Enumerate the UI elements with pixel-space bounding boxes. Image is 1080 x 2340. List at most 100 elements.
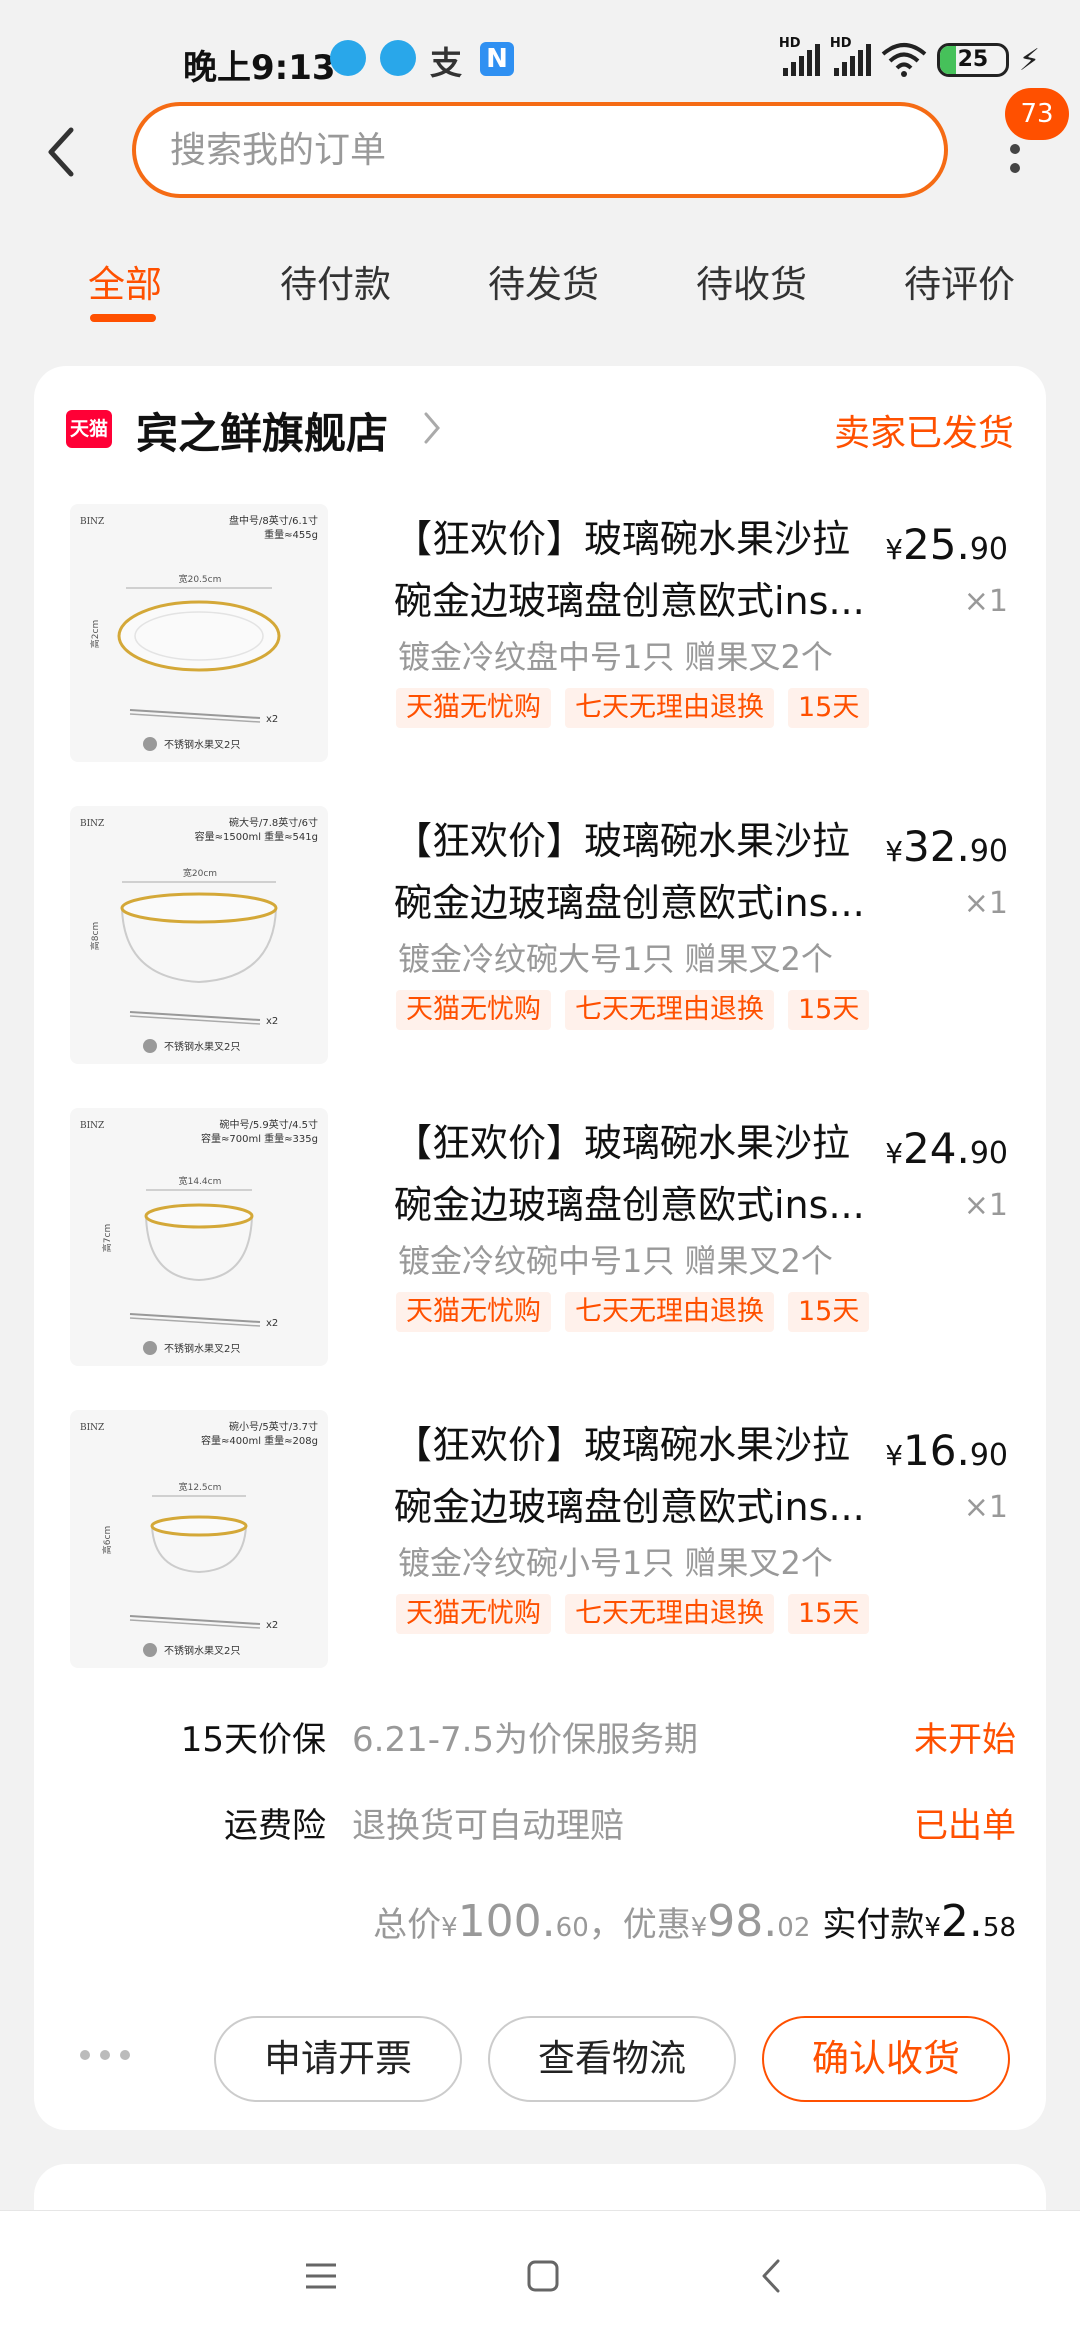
- battery-level: 25: [957, 47, 989, 72]
- status-time: 晚上9:13: [183, 48, 336, 88]
- discount-decimal: 02: [777, 1913, 811, 1943]
- qq-icon: [330, 40, 366, 76]
- order-item[interactable]: BINZ 盘中号/8英寸/6.1寸 重量≈455g 宽20.5cm 高2cm x…: [70, 504, 1030, 766]
- tab-pending-payment[interactable]: 待付款: [280, 254, 391, 308]
- thumb-weight: 容量≈1500ml 重量≈541g: [195, 830, 318, 843]
- tab-pending-receipt[interactable]: 待收货: [696, 254, 807, 308]
- more-actions-icon[interactable]: [80, 2050, 130, 2060]
- product-price: ¥25.90: [885, 520, 1008, 569]
- thumb-size: 碗小号/5英寸/3.7寸: [229, 1420, 318, 1433]
- shop-name[interactable]: 宾之鲜旗舰店: [136, 400, 388, 461]
- product-thumbnail[interactable]: BINZ 盘中号/8英寸/6.1寸 重量≈455g 宽20.5cm 高2cm x…: [70, 504, 328, 762]
- product-quantity: ×1: [963, 1188, 1008, 1223]
- service-desc: 6.21-7.5为价保服务期: [352, 1720, 699, 1760]
- thumb-size: 碗大号/7.8英寸/6寸: [229, 816, 318, 829]
- service-desc: 退换货可自动理赔: [352, 1806, 624, 1846]
- product-sku: 镀金冷纹盘中号1只 赠果叉2个: [398, 638, 833, 676]
- menu-icon: [306, 2263, 336, 2289]
- service-tag: 七天无理由退换: [565, 990, 774, 1030]
- status-bar: 晚上9:13 支 N HD HD 25 ⚡: [0, 0, 1080, 110]
- service-status: 已出单: [914, 1806, 1016, 1846]
- tab-pending-review[interactable]: 待评价: [904, 254, 1015, 308]
- tab-all[interactable]: 全部: [88, 254, 162, 308]
- product-title[interactable]: 【狂欢价】玻璃碗水果沙拉 碗金边玻璃盘创意欧式ins...: [394, 810, 934, 934]
- service-tag: 七天无理由退换: [565, 1292, 774, 1332]
- product-title[interactable]: 【狂欢价】玻璃碗水果沙拉 碗金边玻璃盘创意欧式ins...: [394, 1414, 934, 1538]
- price-currency: ¥: [885, 835, 904, 868]
- service-tag: 天猫无忧购: [396, 1292, 551, 1332]
- menu-button[interactable]: [296, 2251, 346, 2301]
- product-title[interactable]: 【狂欢价】玻璃碗水果沙拉 碗金边玻璃盘创意欧式ins...: [394, 508, 934, 632]
- total-decimal: 60: [555, 1913, 589, 1943]
- back-button[interactable]: [30, 112, 90, 192]
- tab-pending-shipment[interactable]: 待发货: [488, 254, 599, 308]
- thumb-brand: BINZ: [80, 1423, 104, 1433]
- order-card[interactable]: 天猫 宾之鲜旗舰店 卖家已发货 BINZ 盘中号/8英寸/6.1寸 重量≈455…: [34, 366, 1046, 2130]
- product-thumbnail[interactable]: BINZ 碗大号/7.8英寸/6寸 容量≈1500ml 重量≈541g 宽20c…: [70, 806, 328, 1064]
- thumb-caption: 不锈钢水果叉2只: [164, 1040, 240, 1053]
- service-tag: 天猫无忧购: [396, 688, 551, 728]
- product-thumbnail[interactable]: BINZ 碗中号/5.9英寸/4.5寸 容量≈700ml 重量≈335g 宽14…: [70, 1108, 328, 1366]
- price-currency: ¥: [885, 1137, 904, 1170]
- paid-currency: ¥: [924, 1913, 941, 1943]
- qq-icon: [380, 40, 416, 76]
- service-tag: 七天无理由退换: [565, 688, 774, 728]
- confirm-receipt-button[interactable]: 确认收货: [762, 2016, 1010, 2102]
- thumb-brand: BINZ: [80, 1121, 104, 1131]
- chevron-left-icon: [48, 127, 74, 177]
- thumb-height: 高8cm: [89, 922, 101, 950]
- service-tags: 天猫无忧购 七天无理由退换 15天: [396, 990, 870, 1030]
- signal-icon: HD: [830, 36, 871, 76]
- service-label: 15天价保: [180, 1720, 326, 1760]
- thumb-size: 碗中号/5.9英寸/4.5寸: [219, 1118, 318, 1131]
- thumb-width: 宽12.5cm: [179, 1481, 222, 1493]
- thumb-width: 宽14.4cm: [179, 1175, 222, 1187]
- service-tag: 15天: [788, 1594, 870, 1634]
- nav-back-button[interactable]: [746, 2251, 796, 2301]
- battery-icon: 25: [936, 43, 1009, 77]
- thumb-weight: 容量≈400ml 重量≈208g: [201, 1434, 318, 1447]
- thumb-fork: x2: [266, 714, 278, 725]
- product-sku: 镀金冷纹碗大号1只 赠果叉2个: [398, 940, 833, 978]
- shipping-insurance-row[interactable]: 运费险 退换货可自动理赔 已出单: [34, 1798, 1046, 1858]
- price-decimal: 90: [969, 532, 1008, 567]
- chevron-right-icon[interactable]: [422, 410, 442, 446]
- product-quantity: ×1: [963, 584, 1008, 619]
- search-input[interactable]: [170, 106, 910, 194]
- thumb-fork: x2: [266, 1016, 278, 1027]
- price-integer: 16.: [903, 1426, 970, 1475]
- order-total: 总价 ¥ 100. 60 ， 优惠 ¥ 98. 02 实付款 ¥ 2. 58: [373, 1896, 1016, 1947]
- thumb-brand: BINZ: [80, 819, 104, 829]
- order-item[interactable]: BINZ 碗大号/7.8英寸/6寸 容量≈1500ml 重量≈541g 宽20c…: [70, 806, 1030, 1068]
- thumb-fork: x2: [266, 1318, 278, 1329]
- price-decimal: 90: [969, 1136, 1008, 1171]
- order-item[interactable]: BINZ 碗小号/5英寸/3.7寸 容量≈400ml 重量≈208g 宽12.5…: [70, 1410, 1030, 1672]
- wifi-icon: [881, 43, 927, 77]
- thumb-width: 宽20cm: [183, 867, 217, 879]
- discount-integer: 98.: [707, 1896, 778, 1947]
- price-decimal: 90: [969, 1438, 1008, 1473]
- request-invoice-button[interactable]: 申请开票: [214, 2016, 462, 2102]
- product-title[interactable]: 【狂欢价】玻璃碗水果沙拉 碗金边玻璃盘创意欧式ins...: [394, 1112, 934, 1236]
- system-nav-bar: [0, 2210, 1080, 2340]
- charging-icon: ⚡: [1018, 42, 1040, 78]
- discount-currency: ¥: [690, 1913, 708, 1943]
- n-app-icon: N: [480, 42, 514, 76]
- paid-integer: 2.: [940, 1896, 983, 1947]
- order-item[interactable]: BINZ 碗中号/5.9英寸/4.5寸 容量≈700ml 重量≈335g 宽14…: [70, 1108, 1030, 1370]
- product-thumbnail[interactable]: BINZ 碗小号/5英寸/3.7寸 容量≈400ml 重量≈208g 宽12.5…: [70, 1410, 328, 1668]
- price-decimal: 90: [969, 834, 1008, 869]
- home-button[interactable]: [518, 2251, 568, 2301]
- view-logistics-button[interactable]: 查看物流: [488, 2016, 736, 2102]
- search-bar[interactable]: [132, 102, 948, 198]
- total-integer: 100.: [457, 1896, 556, 1947]
- thumb-height: 高2cm: [89, 620, 101, 648]
- product-title-line: 【狂欢价】玻璃碗水果沙拉: [394, 1423, 851, 1467]
- product-sku: 镀金冷纹碗小号1只 赠果叉2个: [398, 1544, 833, 1582]
- dot-icon: [1010, 162, 1020, 173]
- product-title-line: 碗金边玻璃盘创意欧式ins...: [394, 881, 865, 925]
- product-title-line: 【狂欢价】玻璃碗水果沙拉: [394, 819, 851, 863]
- thumb-weight: 容量≈700ml 重量≈335g: [201, 1132, 318, 1145]
- service-tag: 天猫无忧购: [396, 1594, 551, 1634]
- price-protection-row[interactable]: 15天价保 6.21-7.5为价保服务期 未开始: [34, 1712, 1046, 1772]
